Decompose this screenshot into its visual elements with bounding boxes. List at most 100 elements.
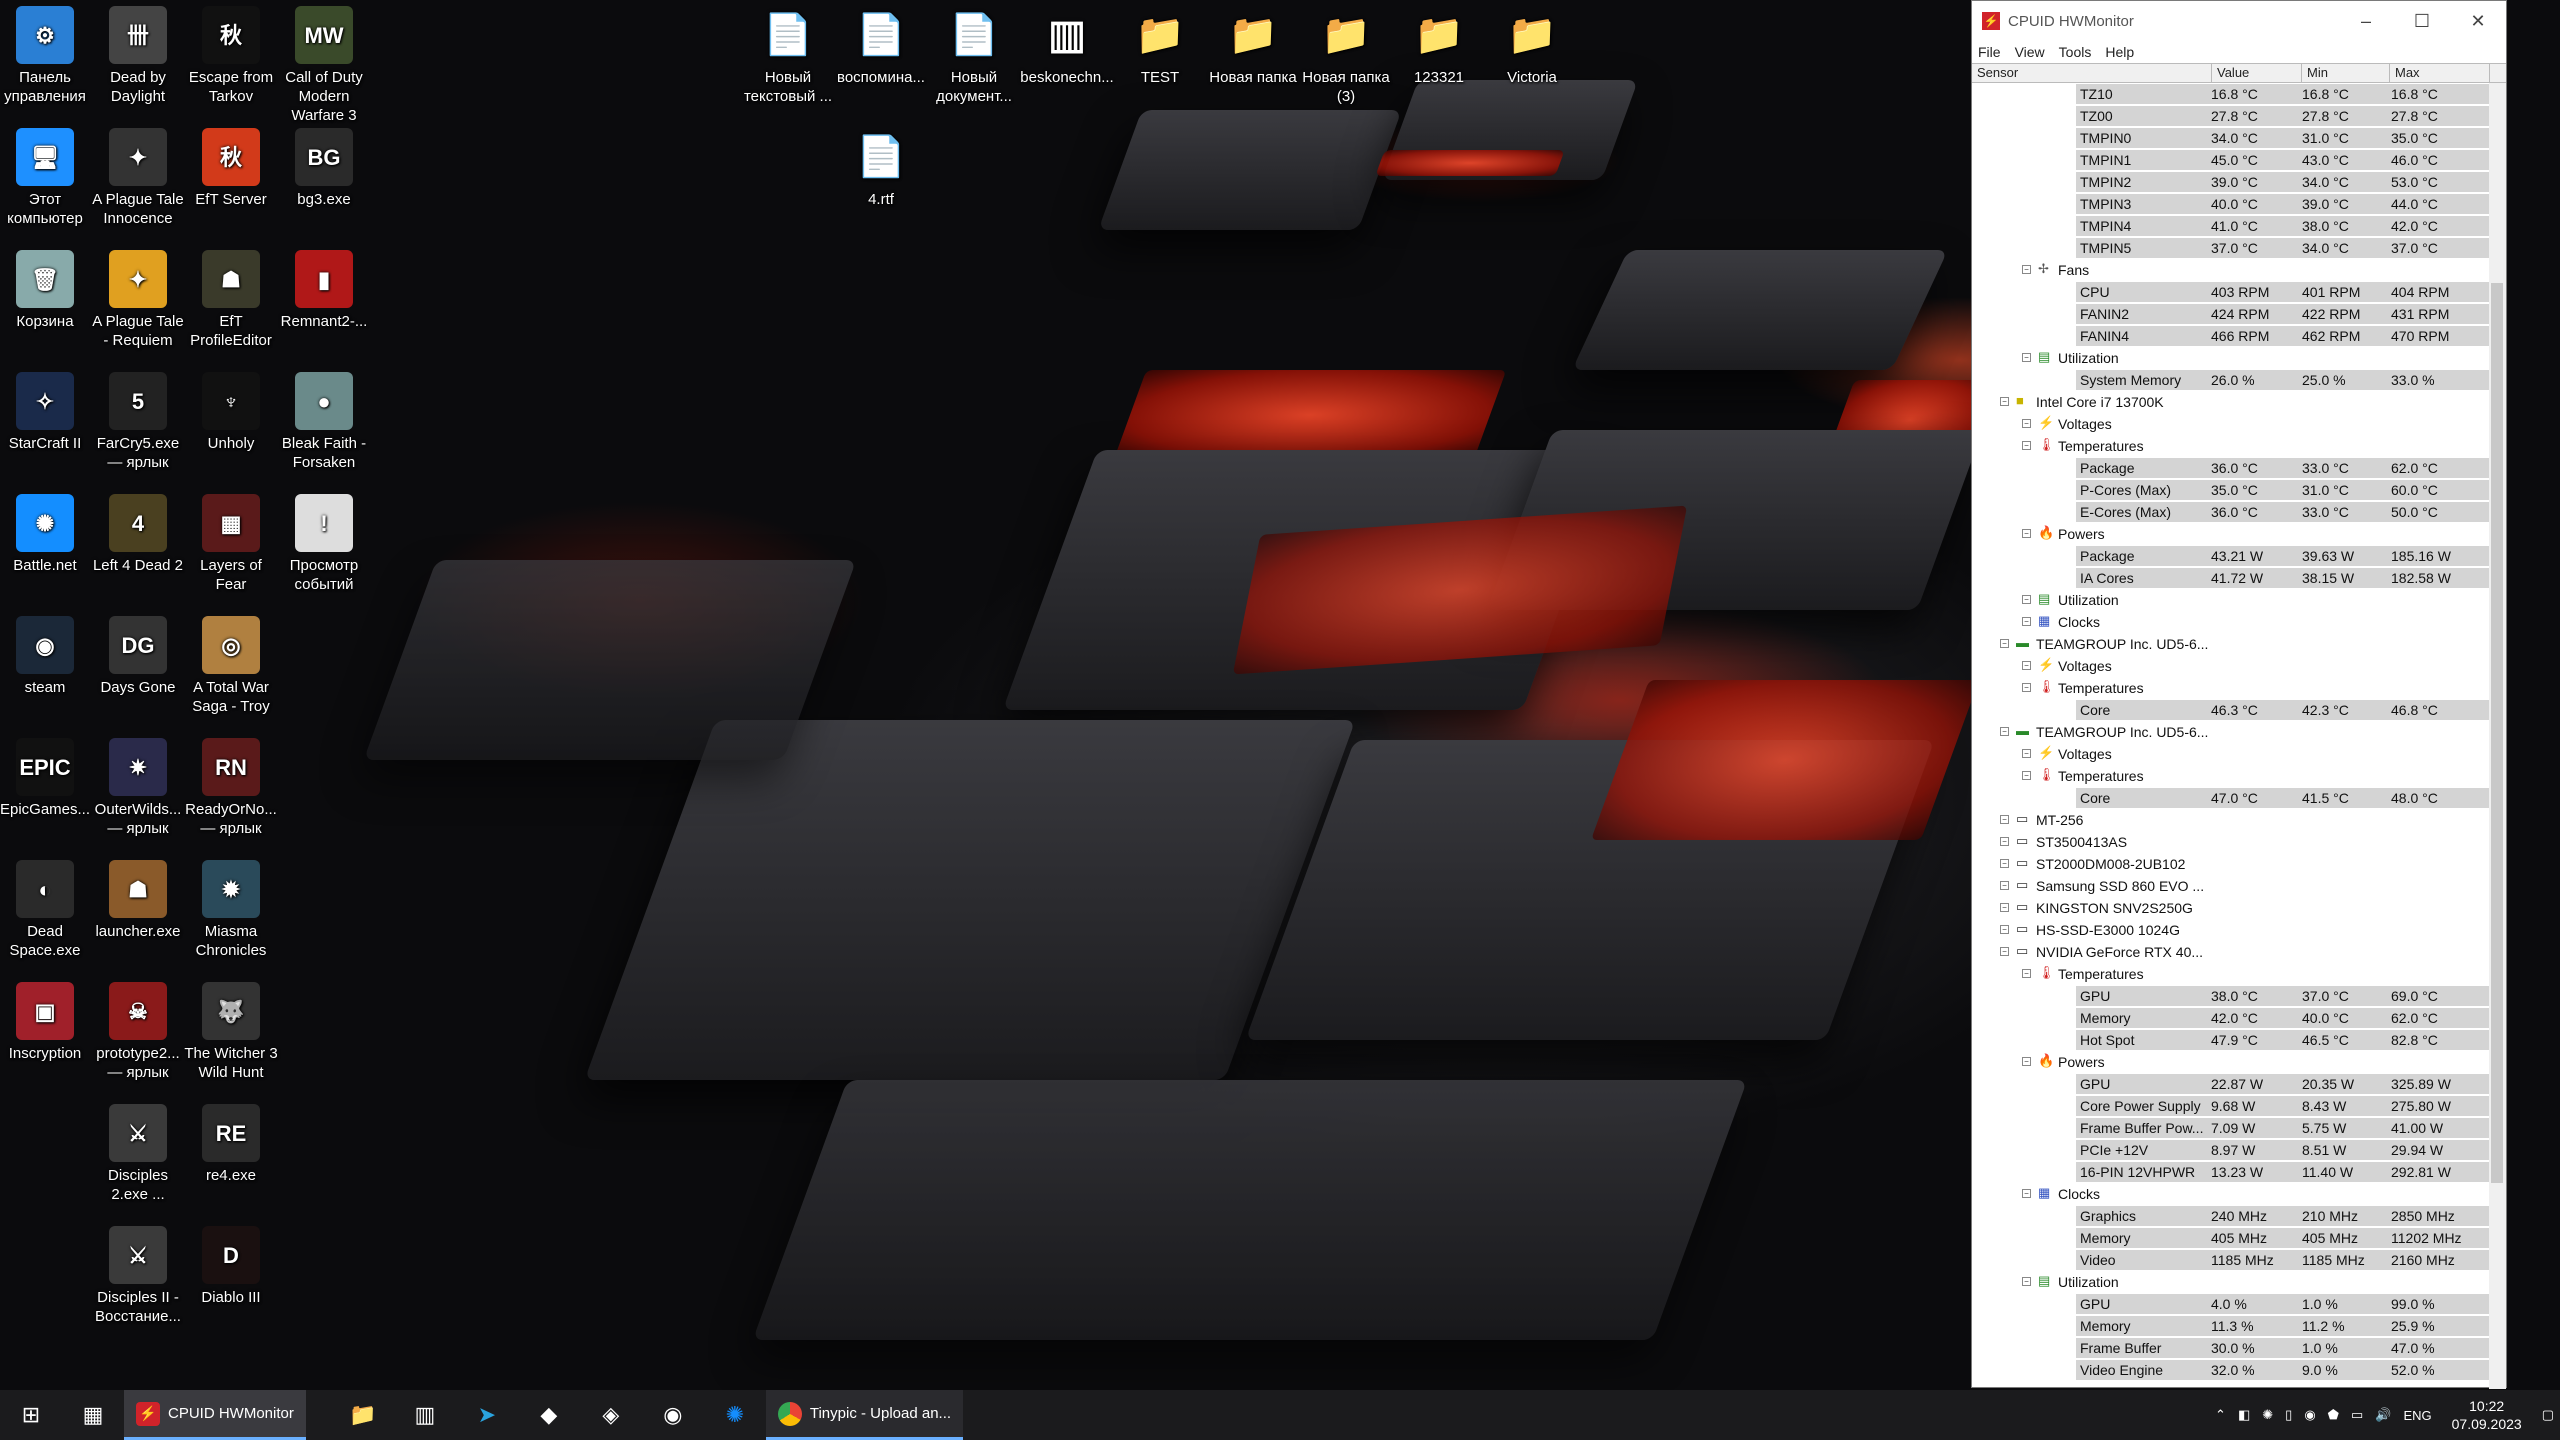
file-explorer-icon[interactable]: 📁 [332,1390,394,1440]
desktop-file-icon[interactable]: 📁 Новая папка (3) [1301,6,1391,106]
sensor-group-node[interactable]: − 🔥 Powers [1972,523,2506,545]
hwmonitor-window[interactable]: ⚡ CPUID HWMonitor – ☐ ✕ File View Tools … [1971,0,2507,1389]
collapse-toggle-icon[interactable]: − [2022,1189,2031,1198]
desktop-icon[interactable]: EPIC EpicGames... [0,738,90,819]
collapse-toggle-icon[interactable]: − [2000,903,2009,912]
hwinfo-icon[interactable]: ▥ [394,1390,456,1440]
collapse-toggle-icon[interactable]: − [2022,353,2031,362]
sensor-row[interactable]: TMPIN1 45.0 °C 43.0 °C 46.0 °C [1972,149,2506,171]
sensor-row[interactable]: Video 1185 MHz 1185 MHz 2160 MHz [1972,1249,2506,1271]
sensor-row[interactable]: System Memory 26.0 % 25.0 % 33.0 % [1972,369,2506,391]
sensor-row[interactable]: IA Cores 41.72 W 38.15 W 182.58 W [1972,567,2506,589]
tray-battlenet-icon[interactable]: ✺ [2262,1407,2273,1423]
sensor-row[interactable]: GPU 38.0 °C 37.0 °C 69.0 °C [1972,985,2506,1007]
desktop-icon[interactable]: ✷ OuterWilds... — ярлык [93,738,183,838]
desktop-icon[interactable]: RN ReadyOrNo... — ярлык [185,738,277,838]
desktop-icon[interactable]: ✺ Battle.net [0,494,90,575]
sensor-group-node[interactable]: − ⚡ Voltages [1972,743,2506,765]
desktop-icon[interactable]: ⚔ Disciples 2.exe ... [93,1104,183,1204]
desktop-icon[interactable]: BG bg3.exe [279,128,369,209]
device-node[interactable]: − ▭ MT-256 [1972,809,2506,831]
collapse-toggle-icon[interactable]: − [2022,265,2031,274]
desktop-icon[interactable]: ✦ A Plague Tale - Requiem [92,250,184,350]
sensor-row[interactable]: E-Cores (Max) 36.0 °C 33.0 °C 50.0 °C [1972,501,2506,523]
steam-icon[interactable]: ◉ [642,1390,704,1440]
desktop-icon[interactable]: ✧ StarCraft II [0,372,90,453]
column-max[interactable]: Max [2390,64,2490,82]
desktop-icon[interactable]: ☗ EfT ProfileEditor [186,250,276,350]
desktop-icon[interactable]: 🖥 Этот компьютер [0,128,90,228]
window-titlebar[interactable]: ⚡ CPUID HWMonitor – ☐ ✕ [1972,1,2506,41]
desktop-icon[interactable]: 4 Left 4 Dead 2 [93,494,183,575]
menu-view[interactable]: View [2015,44,2045,60]
collapse-toggle-icon[interactable]: − [2022,1277,2031,1286]
sensor-group-node[interactable]: − ▦ Clocks [1972,611,2506,633]
desktop-icon[interactable]: ☠ prototype2... — ярлык [93,982,183,1082]
desktop-icon[interactable]: ✦ A Plague Tale Innocence [92,128,184,228]
collapse-toggle-icon[interactable]: − [2022,1057,2031,1066]
desktop-icon[interactable]: ☗ launcher.exe [93,860,183,941]
device-node[interactable]: − ▭ ST2000DM008-2UB102 [1972,853,2506,875]
desktop-file-icon[interactable]: ▥ beskonechn... [1020,6,1113,87]
tray-steam-icon[interactable]: ◉ [2304,1407,2315,1423]
desktop-icon[interactable]: DG Days Gone [93,616,183,697]
collapse-toggle-icon[interactable]: − [2000,947,2009,956]
close-icon[interactable]: ✕ [2450,11,2506,32]
sensor-group-node[interactable]: − 🌡 Temperatures [1972,677,2506,699]
collapse-toggle-icon[interactable]: − [2000,815,2009,824]
maximize-icon[interactable]: ☐ [2394,11,2450,32]
sensor-row[interactable]: P-Cores (Max) 35.0 °C 31.0 °C 60.0 °C [1972,479,2506,501]
vertical-scrollbar[interactable] [2489,83,2506,1389]
desktop-icon[interactable]: MW Call of Duty Modern Warfare 3 [279,6,369,125]
sensor-row[interactable]: CPU 403 RPM 401 RPM 404 RPM [1972,281,2506,303]
desktop-icon[interactable]: ▣ Inscryption [0,982,90,1063]
collapse-toggle-icon[interactable]: − [2022,661,2031,670]
collapse-toggle-icon[interactable]: − [2000,397,2009,406]
collapse-toggle-icon[interactable]: − [2022,771,2031,780]
sensor-group-node[interactable]: − ▤ Utilization [1972,347,2506,369]
sensor-group-node[interactable]: − 🌡 Temperatures [1972,765,2506,787]
sensor-row[interactable]: Frame Buffer 30.0 % 1.0 % 47.0 % [1972,1337,2506,1359]
sensor-group-node[interactable]: − ✢ Fans [1972,259,2506,281]
collapse-toggle-icon[interactable]: − [2000,925,2009,934]
device-node[interactable]: − ▭ KINGSTON SNV2S250G [1972,897,2506,919]
device-node[interactable]: − ■ Intel Core i7 13700K [1972,391,2506,413]
sensor-row[interactable]: Package 43.21 W 39.63 W 185.16 W [1972,545,2506,567]
sensor-row[interactable]: Graphics 240 MHz 210 MHz 2850 MHz [1972,1205,2506,1227]
sensor-row[interactable]: TZ00 27.8 °C 27.8 °C 27.8 °C [1972,105,2506,127]
collapse-toggle-icon[interactable]: − [2022,595,2031,604]
sensor-row[interactable]: Core 47.0 °C 41.5 °C 48.0 °C [1972,787,2506,809]
sensor-row[interactable]: Memory 42.0 °C 40.0 °C 62.0 °C [1972,1007,2506,1029]
language-indicator[interactable]: ENG [2403,1408,2431,1423]
battlenet-icon[interactable]: ✺ [704,1390,766,1440]
menu-tools[interactable]: Tools [2059,44,2092,60]
collapse-toggle-icon[interactable]: − [2022,529,2031,538]
tray-volume-icon[interactable]: 🔊 [2375,1407,2391,1423]
desktop-file-icon[interactable]: 📄 4.rtf [836,128,926,209]
sensor-row[interactable]: Hot Spot 47.9 °C 46.5 °C 82.8 °C [1972,1029,2506,1051]
sensor-tree[interactable]: TZ10 16.8 °C 16.8 °C 16.8 °C TZ00 27.8 °C 27.8… [1972,83,2506,1383]
sensor-row[interactable]: FANIN2 424 RPM 422 RPM 431 RPM [1972,303,2506,325]
desktop-icon[interactable]: RE re4.exe [186,1104,276,1185]
desktop-icon[interactable]: ● Bleak Faith - Forsaken [279,372,369,472]
desktop-icon[interactable]: 🐺 The Witcher 3 Wild Hunt [184,982,278,1082]
collapse-toggle-icon[interactable]: − [2000,727,2009,736]
tray-app-icon[interactable]: ◧ [2238,1407,2250,1423]
tray-network-icon[interactable]: ▭ [2351,1407,2363,1423]
start-button[interactable]: ⊞ [0,1390,62,1440]
column-min[interactable]: Min [2302,64,2390,82]
desktop-file-icon[interactable]: 📄 Новый документ... [929,6,1019,106]
column-sensor[interactable]: Sensor [1972,64,2212,82]
sensor-row[interactable]: TMPIN5 37.0 °C 34.0 °C 37.0 °C [1972,237,2506,259]
collapse-toggle-icon[interactable]: − [2000,639,2009,648]
sensor-row[interactable]: Core Power Supply 9.68 W 8.43 W 275.80 W [1972,1095,2506,1117]
desktop-file-icon[interactable]: 📄 воспомина... [836,6,926,87]
collapse-toggle-icon[interactable]: − [2022,419,2031,428]
sensor-group-node[interactable]: − ▦ Clocks [1972,1183,2506,1205]
telegram-icon[interactable]: ➤ [456,1390,518,1440]
desktop-icon[interactable]: ⚙ Панель управления [0,6,90,106]
collapse-toggle-icon[interactable]: − [2000,859,2009,868]
sensor-row[interactable]: FANIN4 466 RPM 462 RPM 470 RPM [1972,325,2506,347]
tray-usb-icon[interactable]: ▯ [2285,1407,2292,1423]
collapse-toggle-icon[interactable]: − [2022,617,2031,626]
